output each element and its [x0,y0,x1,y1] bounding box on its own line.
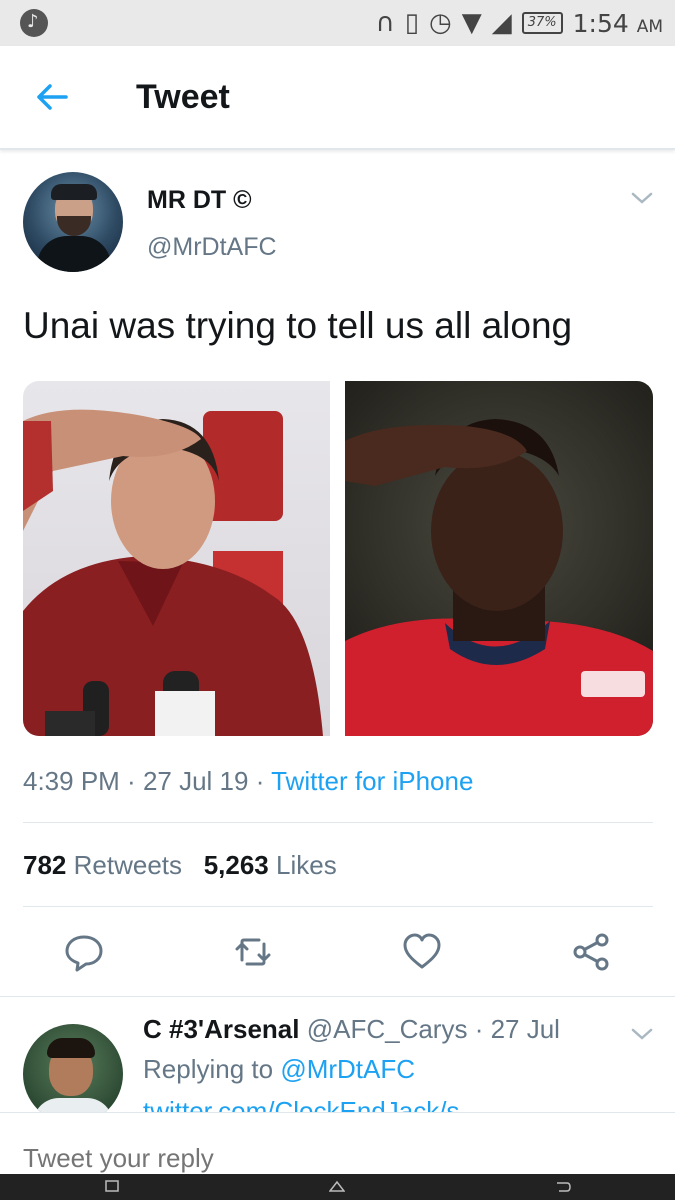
status-icons: ∩ ▯ ◷ ▼ ◢ 37% 1:54 AM [376,6,663,40]
chevron-down-icon[interactable] [630,190,654,206]
page-title: Tweet [136,78,230,116]
tweet-image-right[interactable] [345,381,653,736]
reply-input[interactable] [23,1141,623,1175]
back-arrow-icon[interactable] [34,82,70,112]
reply-header: C #3'Arsenal @AFC_Carys · 27 Jul [143,1014,560,1044]
replying-mention[interactable]: @MrDtAFC [280,1054,415,1084]
tweet-date: 27 Jul 19 [142,766,249,796]
signal-icon: ◢ [491,8,512,38]
reply-avatar-hair-shape [47,1038,95,1058]
phone-icon: ▯ [404,8,420,38]
likes-label[interactable]: Likes [276,850,337,880]
likes-count[interactable]: 5,263 [204,850,269,880]
tweet-text: Unai was trying to tell us all along [23,305,573,346]
wifi-icon: ▼ [461,8,482,38]
system-nav-bar [0,1174,675,1200]
avatar-cap-shape [51,184,97,200]
tweet-time: 4:39 PM [23,766,120,796]
tweet-image-left[interactable] [23,381,330,736]
alarm-icon: ◷ [429,8,452,38]
like-icon[interactable] [402,932,442,972]
reply-composer [0,1112,675,1175]
reply-author-name[interactable]: C #3'Arsenal [143,1014,299,1044]
chevron-down-icon[interactable] [630,1026,654,1042]
reply-author-handle[interactable]: @AFC_Carys [307,1014,468,1044]
clock-ampm: AM [636,16,663,37]
app-bar: Tweet [0,46,675,150]
reply-icon[interactable] [64,932,104,972]
share-icon[interactable] [571,932,611,972]
image-left-illustration [23,409,323,736]
replying-prefix: Replying to [143,1054,274,1084]
status-bar: ∩ ▯ ◷ ▼ ◢ 37% 1:54 AM [0,0,675,46]
retweet-icon[interactable] [233,932,273,972]
author-handle[interactable]: @MrDtAFC [147,233,277,262]
tweet-source-link[interactable]: Twitter for iPhone [271,766,473,796]
avatar[interactable] [23,172,123,272]
reply-avatar[interactable] [23,1024,123,1124]
reply-date: 27 Jul [490,1014,560,1044]
avatar-body-shape [37,236,111,272]
back-nav-icon[interactable] [555,1179,571,1193]
divider [23,822,653,823]
headphones-icon: ∩ [375,8,395,38]
replying-to: Replying to @MrDtAFC [143,1054,415,1085]
retweets-count[interactable]: 782 [23,850,66,880]
home-icon[interactable] [329,1179,345,1193]
divider [0,996,675,997]
clock: 1:54 AM [573,9,663,38]
tweet-meta: 4:39 PM · 27 Jul 19 · Twitter for iPhone [23,766,474,796]
retweets-label[interactable]: Retweets [74,850,182,880]
reply-link[interactable]: twitter.com/ClockEndJack/s... [143,1094,481,1112]
image-right-illustration [345,419,653,736]
battery-icon: 37% [521,12,563,34]
music-note-icon [20,9,48,37]
author-name[interactable]: MR DT © [147,186,252,215]
divider [23,906,653,907]
recents-icon[interactable] [104,1179,120,1193]
clock-time: 1:54 [572,8,629,38]
avatar-beard-shape [57,216,91,236]
tweet-stats: 782 Retweets 5,263 Likes [23,850,337,881]
